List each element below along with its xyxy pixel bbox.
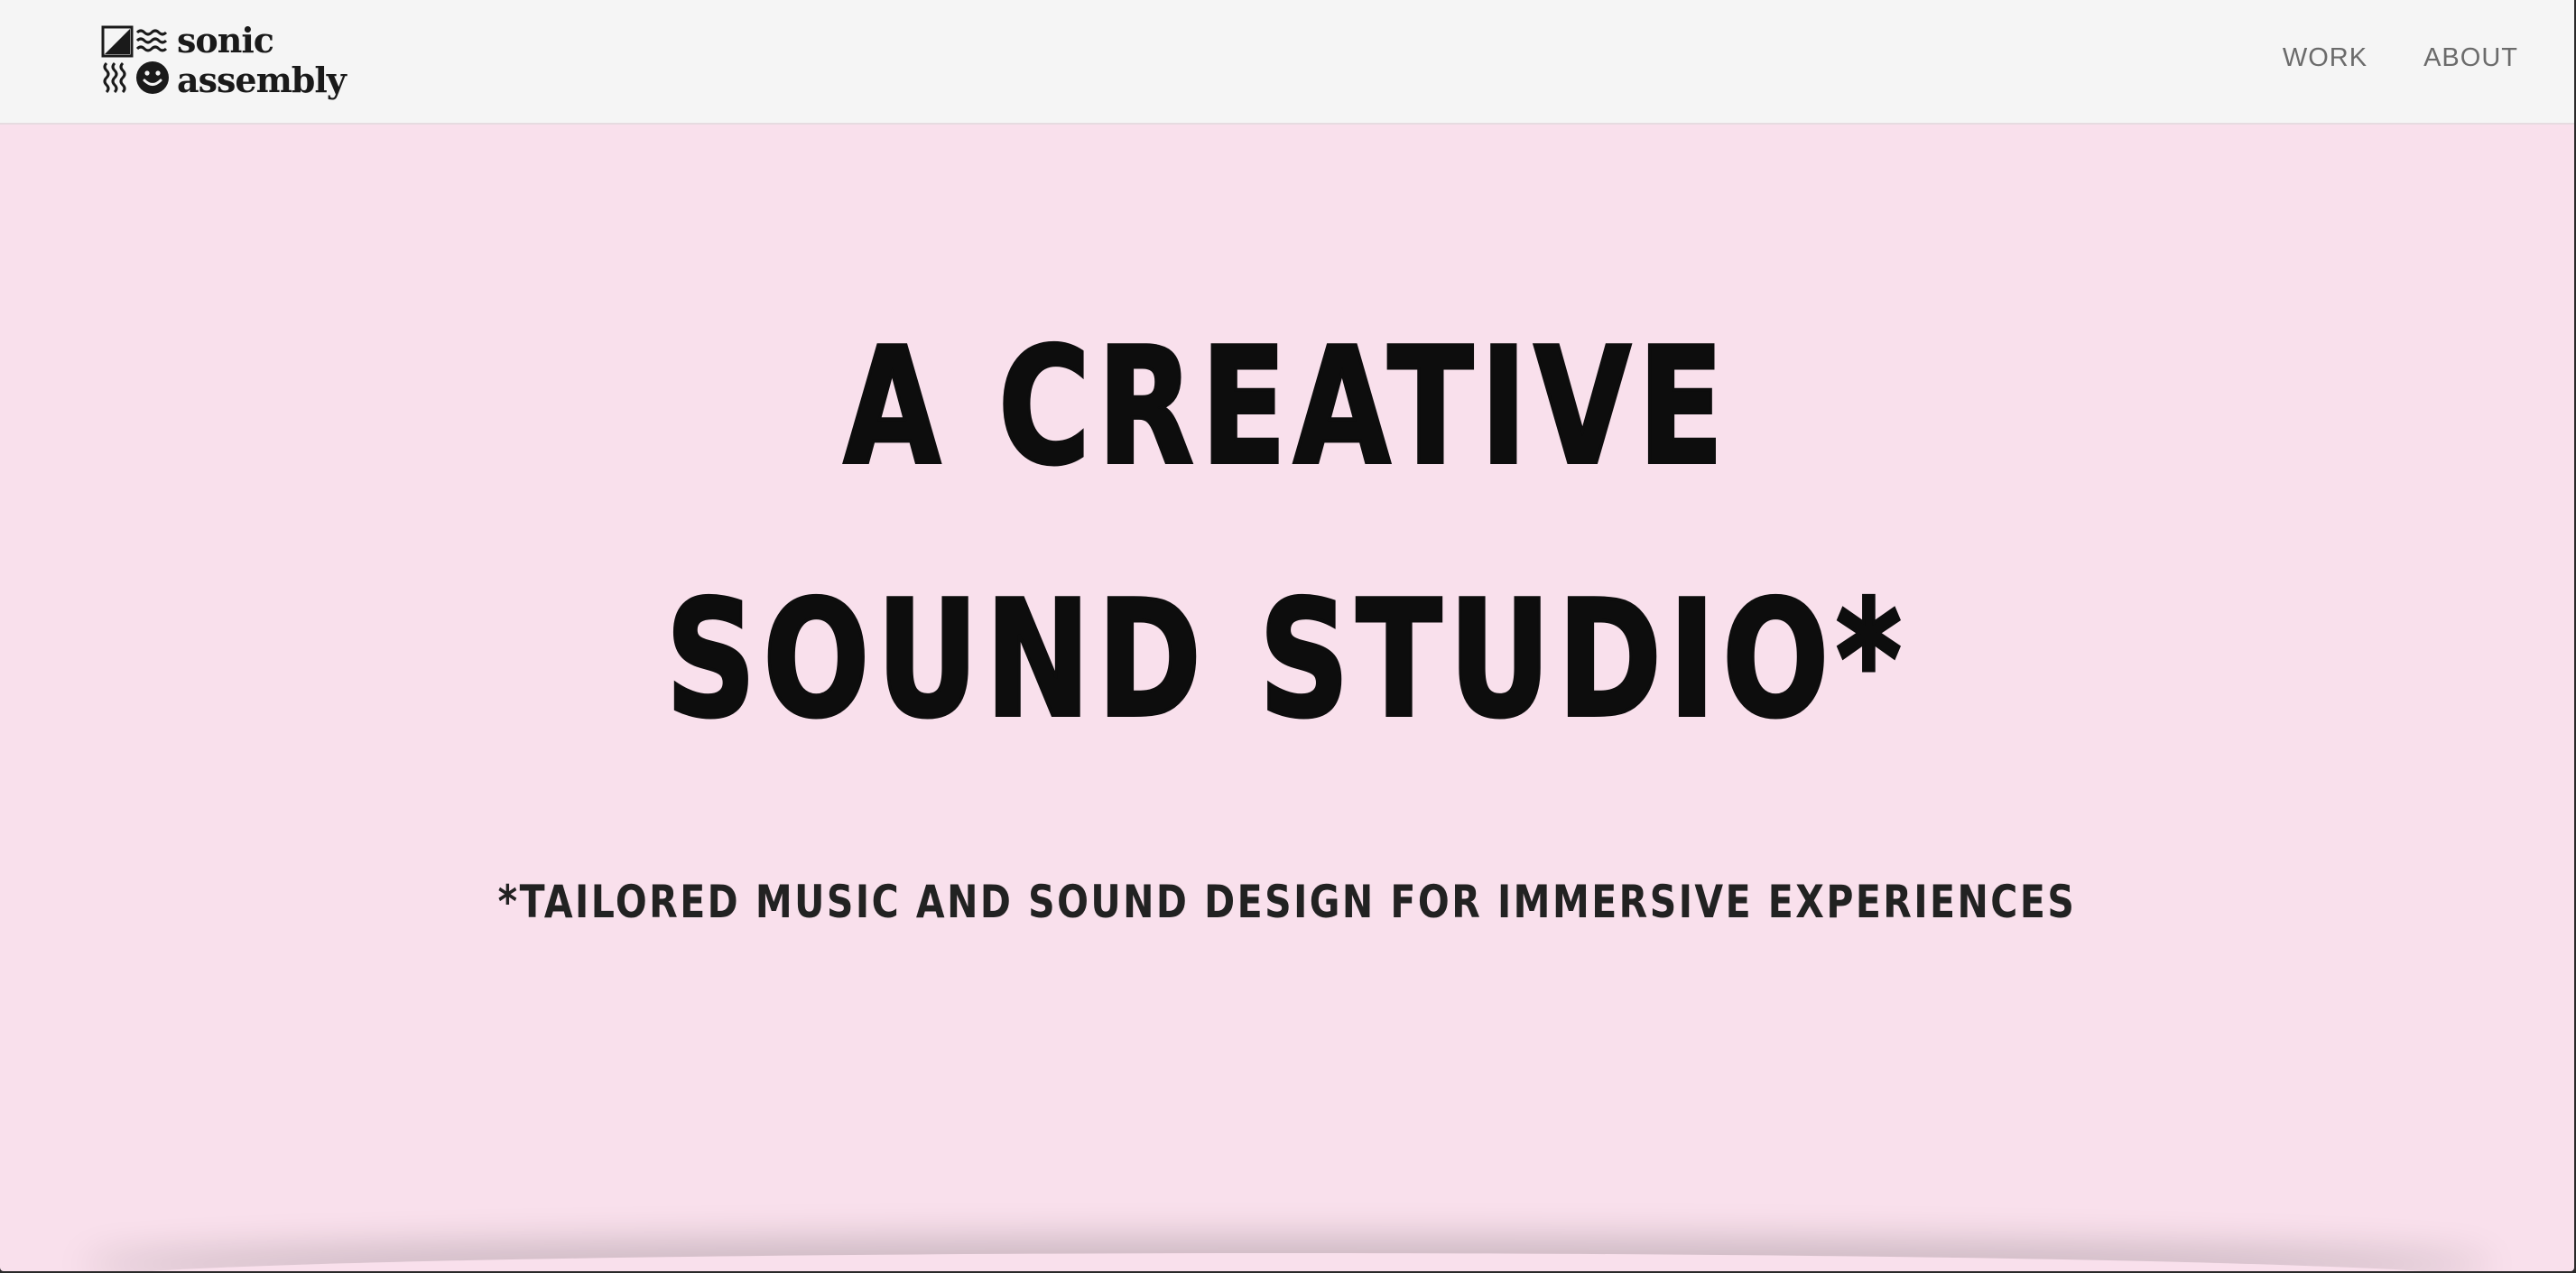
hero-headline-line-1: A CREATIVE [842,313,1731,500]
nav-link-about[interactable]: ABOUT [2423,43,2518,73]
hero-section: A CREATIVE SOUND STUDIO* *TAILORED MUSIC… [0,125,2574,1271]
hero-headline-line-2: SOUND STUDIO* [664,566,1909,753]
section-shadow [81,1253,2493,1271]
hero-tagline: *TAILORED MUSIC AND SOUND DESIGN FOR IMM… [497,876,2077,928]
logo-wordmark: sonic assembly [177,20,347,100]
main-nav: WORK ABOUT [2283,43,2518,73]
site-header: sonic assembly WORK ABOUT [0,0,2574,125]
logo-line-1: sonic [177,20,274,60]
page: sonic assembly WORK ABOUT A CREATIVE SOU… [0,0,2574,1271]
logo-icon [101,25,169,94]
logo-line-2: assembly [177,60,347,100]
nav-link-work[interactable]: WORK [2283,43,2368,73]
logo-link[interactable]: sonic assembly [101,20,347,101]
